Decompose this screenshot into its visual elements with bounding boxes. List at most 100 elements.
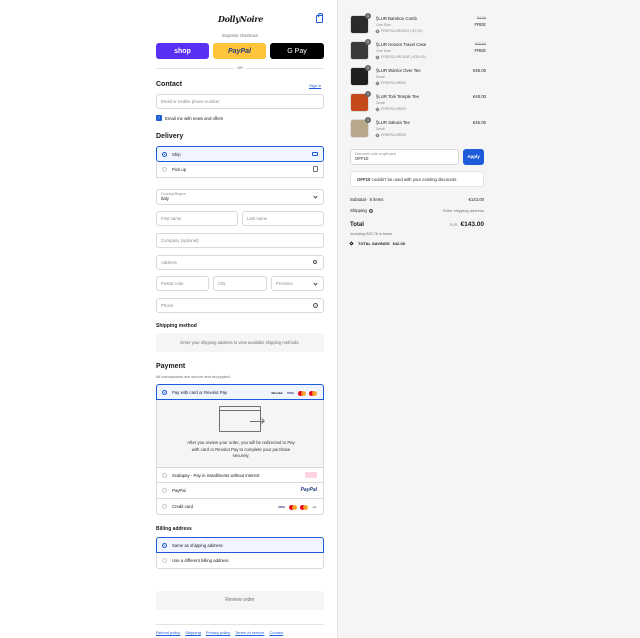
subtotal-label: Subtotal · 5 items: [350, 197, 384, 202]
quantity-badge: 1: [365, 13, 371, 19]
shipping-method-heading: Shipping method: [156, 323, 197, 329]
tag-icon: [375, 106, 380, 112]
taxes-note: Including €25.78 in taxes: [350, 232, 393, 236]
shipping-method-notice: Enter your shipping address to view avai…: [156, 333, 324, 352]
city-field[interactable]: City: [213, 276, 267, 291]
total-amount: EUR €143.00: [450, 221, 484, 228]
radio-selected-icon[interactable]: [162, 389, 167, 395]
item-name: §LUR Bamboo Comb: [376, 16, 417, 21]
last-name-field[interactable]: Last name: [242, 211, 324, 226]
checkbox-checked-icon[interactable]: ✓: [156, 115, 162, 121]
radio-icon[interactable]: [162, 558, 167, 563]
subtotal-value: €143.00: [468, 197, 484, 202]
newsletter-checkbox[interactable]: ✓ Email me with news and offers: [156, 115, 223, 121]
address-field[interactable]: Address: [156, 255, 324, 270]
revolut-badge: Revolut: [271, 391, 283, 395]
item-variant: Small: [376, 127, 385, 131]
item-variant: One Size: [376, 23, 391, 27]
shipping-link[interactable]: Shipping: [185, 630, 201, 635]
order-item: 1 §LUR Bamboo Comb One Size FREESLURO903…: [350, 13, 486, 37]
radio-icon[interactable]: [162, 472, 167, 478]
discount-error-message: OFF10 couldn't be used with your existin…: [350, 171, 484, 187]
visa-icon: VISA: [277, 505, 285, 509]
phone-field[interactable]: Phone ?: [156, 298, 324, 313]
search-icon: [313, 260, 317, 264]
quantity-badge: 1: [365, 65, 371, 71]
payment-option-revolut[interactable]: Pay with card or Revolut Pay Revolut VIS…: [156, 384, 324, 400]
refund-policy-link[interactable]: Refund policy: [156, 630, 180, 635]
first-name-field[interactable]: First name: [156, 211, 238, 226]
payment-option-credit-card[interactable]: Credit card VISA +4: [156, 499, 324, 515]
pickup-option[interactable]: Pick up: [156, 162, 324, 178]
express-checkout-label: Express checkout: [222, 33, 258, 38]
item-discount: FREESLUR003: [375, 80, 406, 86]
more-cards-badge: +4: [312, 505, 316, 509]
checkout-form: DollyNoire Express checkout shop PayPal …: [0, 0, 337, 638]
paypal-logo-icon: PayPal: [300, 487, 317, 493]
contact-link[interactable]: Contact: [269, 630, 283, 635]
currency-code: EUR: [449, 223, 458, 227]
order-item: 1 §LUR Honors Travel Case One Size FREES…: [350, 39, 486, 63]
radio-selected-icon[interactable]: [162, 542, 167, 548]
item-name: §LUR Warrior Over Tee: [376, 68, 421, 73]
province-select[interactable]: Province: [271, 276, 324, 291]
postal-code-field[interactable]: Postal code: [156, 276, 209, 291]
item-discount: FREESLUR003: [375, 106, 406, 112]
info-icon[interactable]: ?: [368, 208, 373, 213]
store-logo[interactable]: DollyNoire: [218, 10, 263, 28]
radio-icon[interactable]: [162, 488, 167, 493]
privacy-policy-link[interactable]: Privacy policy: [206, 630, 230, 635]
or-divider: OR: [156, 65, 324, 70]
radio-icon[interactable]: [162, 504, 167, 509]
ship-option[interactable]: Ship: [156, 146, 324, 162]
item-price: FREE: [474, 48, 486, 53]
email-field[interactable]: Email or mobile phone number: [156, 94, 324, 109]
scalapay-icon: [305, 472, 317, 478]
product-thumbnail: 1: [350, 117, 371, 138]
discount-code-field[interactable]: Discount code or gift card OFF10: [350, 149, 459, 165]
total-value: €143.00: [460, 221, 485, 228]
item-price: €48.00: [472, 68, 486, 73]
item-name: §LUR Sakura Tee: [376, 120, 410, 125]
product-thumbnail: 1: [350, 13, 371, 34]
item-name: §LUR Torii Temple Tee: [376, 94, 419, 99]
sign-in-link[interactable]: Sign in: [309, 83, 321, 88]
shipping-value: Enter shipping address: [443, 208, 484, 213]
total-label: Total: [350, 222, 364, 228]
browser-redirect-icon: [219, 406, 265, 432]
billing-heading: Billing address: [156, 526, 192, 532]
order-item: 1 §LUR Sakura Tee Small FREESLUR003 €45.…: [350, 117, 486, 141]
payment-option-paypal[interactable]: PayPal PayPal: [156, 483, 324, 499]
billing-different-option[interactable]: Use a different billing address: [156, 553, 324, 569]
review-order-button[interactable]: Review order: [156, 591, 324, 610]
chevron-down-icon: [313, 281, 318, 286]
maestro-icon: [300, 504, 308, 510]
shopping-bag-icon[interactable]: [316, 13, 323, 23]
quantity-badge: 1: [365, 39, 371, 45]
help-icon[interactable]: ?: [313, 303, 318, 308]
tag-icon: [375, 54, 380, 60]
terms-link[interactable]: Terms of service: [235, 630, 264, 635]
payment-option-scalapay[interactable]: Scalapay - Pay in installments without i…: [156, 467, 324, 483]
mastercard-icon: [289, 504, 297, 510]
company-field[interactable]: Company (optional): [156, 233, 324, 248]
total-savings: TOTAL SAVINGS €42.00: [349, 241, 405, 246]
shop-pay-button[interactable]: shop: [156, 43, 209, 59]
payment-heading: Payment: [156, 363, 186, 370]
order-summary: 1 §LUR Bamboo Comb One Size FREESLURO903…: [337, 0, 640, 638]
quantity-badge: 1: [365, 117, 371, 123]
paypal-button[interactable]: PayPal: [213, 43, 266, 59]
country-select[interactable]: Country/Region Italy: [156, 189, 324, 205]
item-price: FREE: [474, 22, 486, 27]
billing-same-option[interactable]: Same as shipping address: [156, 537, 324, 553]
radio-icon[interactable]: [162, 167, 167, 172]
item-variant: Small: [376, 75, 385, 79]
radio-selected-icon[interactable]: [162, 151, 167, 157]
item-discount: FREESLURO903 (-€7.00): [375, 28, 423, 34]
google-pay-button[interactable]: G Pay: [270, 43, 324, 59]
shipping-row: Shipping ?: [350, 208, 373, 213]
order-item: 1 §LUR Torii Temple Tee Small FREESLUR00…: [350, 91, 486, 115]
order-item: 1 §LUR Warrior Over Tee Small FREESLUR00…: [350, 65, 486, 89]
apply-discount-button[interactable]: Apply: [463, 149, 484, 165]
item-price: €48.00: [472, 94, 486, 99]
